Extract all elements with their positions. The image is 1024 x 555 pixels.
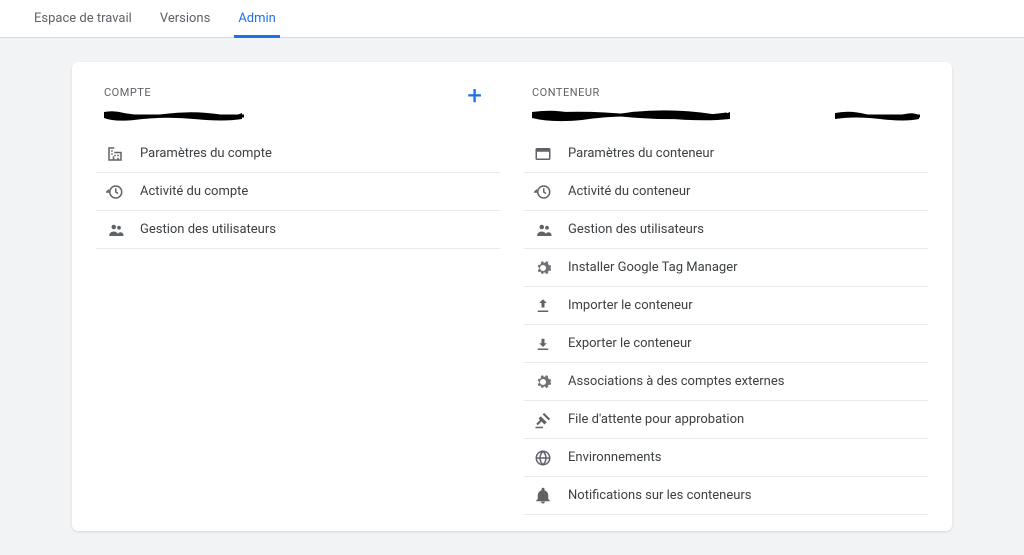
tab-versions[interactable]: Versions [146,0,224,38]
gear-icon [534,373,568,391]
container-item-label: Paramètres du conteneur [568,146,714,161]
account-menu: Paramètres du compte Activité du compte Ge… [96,135,500,249]
container-item-label: Activité du conteneur [568,184,690,199]
container-item-2[interactable]: Gestion des utilisateurs [524,211,928,249]
admin-card: COMPTE + Paramètres du compte Activité du… [72,62,952,531]
container-item-label: File d'attente pour approbation [568,412,744,427]
people-icon [106,221,140,239]
gavel-icon [534,411,568,429]
container-item-label: Associations à des comptes externes [568,374,784,389]
container-overline: CONTENEUR [532,86,920,99]
container-item-9[interactable]: Notifications sur les conteneurs [524,477,928,515]
account-item-1[interactable]: Activité du compte [96,173,500,211]
redacted-text [104,108,244,124]
redacted-text [532,107,732,125]
container-item-6[interactable]: Associations à des comptes externes [524,363,928,401]
container-menu: Paramètres du conteneur Activité du conte… [524,135,928,515]
container-item-5[interactable]: Exporter le conteneur [524,325,928,363]
container-column: CONTENEUR Paramètres du conteneur Activit… [500,62,952,531]
tab-workspace[interactable]: Espace de travail [20,0,146,38]
container-item-0[interactable]: Paramètres du conteneur [524,135,928,173]
account-item-label: Paramètres du compte [140,146,272,161]
container-item-1[interactable]: Activité du conteneur [524,173,928,211]
account-item-2[interactable]: Gestion des utilisateurs [96,211,500,249]
people-icon [534,221,568,239]
domain-icon [106,145,140,163]
container-item-label: Installer Google Tag Manager [568,260,738,275]
account-overline: COMPTE [104,86,457,99]
gear-icon [534,259,568,277]
container-item-4[interactable]: Importer le conteneur [524,287,928,325]
admin-page: COMPTE + Paramètres du compte Activité du… [0,38,1024,555]
container-item-label: Environnements [568,450,661,465]
history-icon [534,183,568,201]
download-icon [534,335,568,353]
container-item-3[interactable]: Installer Google Tag Manager [524,249,928,287]
account-item-label: Gestion des utilisateurs [140,222,276,237]
account-column: COMPTE + Paramètres du compte Activité du… [72,62,500,531]
container-item-8[interactable]: Environnements [524,439,928,477]
bell-icon [534,487,568,505]
settings-panel-icon [534,145,568,163]
container-item-label: Gestion des utilisateurs [568,222,704,237]
container-item-label: Exporter le conteneur [568,336,692,351]
tab-admin[interactable]: Admin [224,0,290,38]
top-nav: Espace de travail Versions Admin [0,0,1024,38]
container-item-label: Importer le conteneur [568,298,693,313]
container-item-label: Notifications sur les conteneurs [568,488,752,503]
upload-icon [534,297,568,315]
globe-icon [534,449,568,467]
redacted-text [835,109,920,123]
container-item-7[interactable]: File d'attente pour approbation [524,401,928,439]
account-item-label: Activité du compte [140,184,248,199]
container-title[interactable] [532,105,920,127]
account-title[interactable] [104,105,457,127]
account-item-0[interactable]: Paramètres du compte [96,135,500,173]
add-account-button[interactable]: + [457,86,492,106]
history-icon [106,183,140,201]
